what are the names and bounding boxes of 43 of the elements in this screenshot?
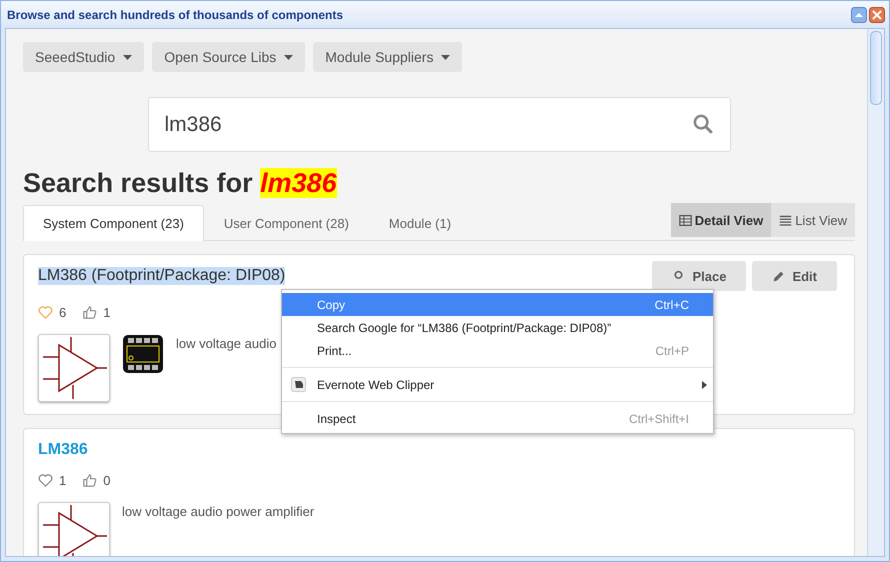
table-icon [678,214,692,226]
results-heading: Search results for lm386 [23,168,338,199]
collapse-icon[interactable] [851,6,867,22]
search-icon[interactable] [692,114,712,134]
menu-item[interactable]: Copy Ctrl+C [282,293,713,316]
component-title[interactable]: LM386 (Footprint/Package: DIP08) [38,267,286,285]
filter-dropdown[interactable]: SeeedStudio [23,42,144,72]
heart-icon[interactable] [38,473,53,488]
menu-item[interactable]: Inspect Ctrl+Shift+I [282,407,713,430]
edit-button[interactable]: Edit [752,261,837,291]
window-title: Browse and search hundreds of thousands of components [7,8,344,22]
filter-dropdown[interactable]: Module Suppliers [313,42,462,72]
component-title[interactable]: LM386 [38,441,88,459]
menu-item[interactable]: Evernote Web Clipper [282,373,713,396]
like-count: 1 [103,305,110,320]
heart-icon[interactable] [38,305,53,320]
result-tab[interactable]: Module (1) [368,205,472,241]
component-description: low voltage audio [176,336,276,351]
schematic-thumbnail[interactable] [38,334,110,402]
favorite-count: 1 [59,473,66,488]
menu-item[interactable]: Print... Ctrl+P [282,339,713,362]
like-count: 0 [103,473,110,488]
chip-package-icon[interactable] [122,334,164,374]
search-field[interactable]: lm386 [148,97,730,152]
menu-item[interactable]: Search Google for “LM386 (Footprint/Package: DIP08)” [282,316,713,339]
close-icon[interactable] [869,6,885,22]
view-toggle[interactable]: Detail View [670,203,772,237]
schematic-thumbnail[interactable] [38,502,110,556]
caret-icon [441,54,450,60]
component-description: low voltage audio power amplifier [122,504,314,519]
caret-icon [123,54,132,60]
result-tab[interactable]: System Component (23) [23,205,204,241]
pencil-icon [772,270,786,282]
favorite-count: 6 [59,305,66,320]
result-tab[interactable]: User Component (28) [204,205,369,241]
scrollbar[interactable] [867,29,884,556]
filter-dropdown[interactable]: Open Source Libs [152,42,306,72]
place-button[interactable]: Place [652,261,746,291]
caret-icon [284,54,294,60]
list-icon [779,214,792,226]
thumbs-up-icon[interactable] [82,305,98,320]
thumbs-up-icon[interactable] [82,473,98,488]
view-toggle[interactable]: List View [771,203,855,237]
